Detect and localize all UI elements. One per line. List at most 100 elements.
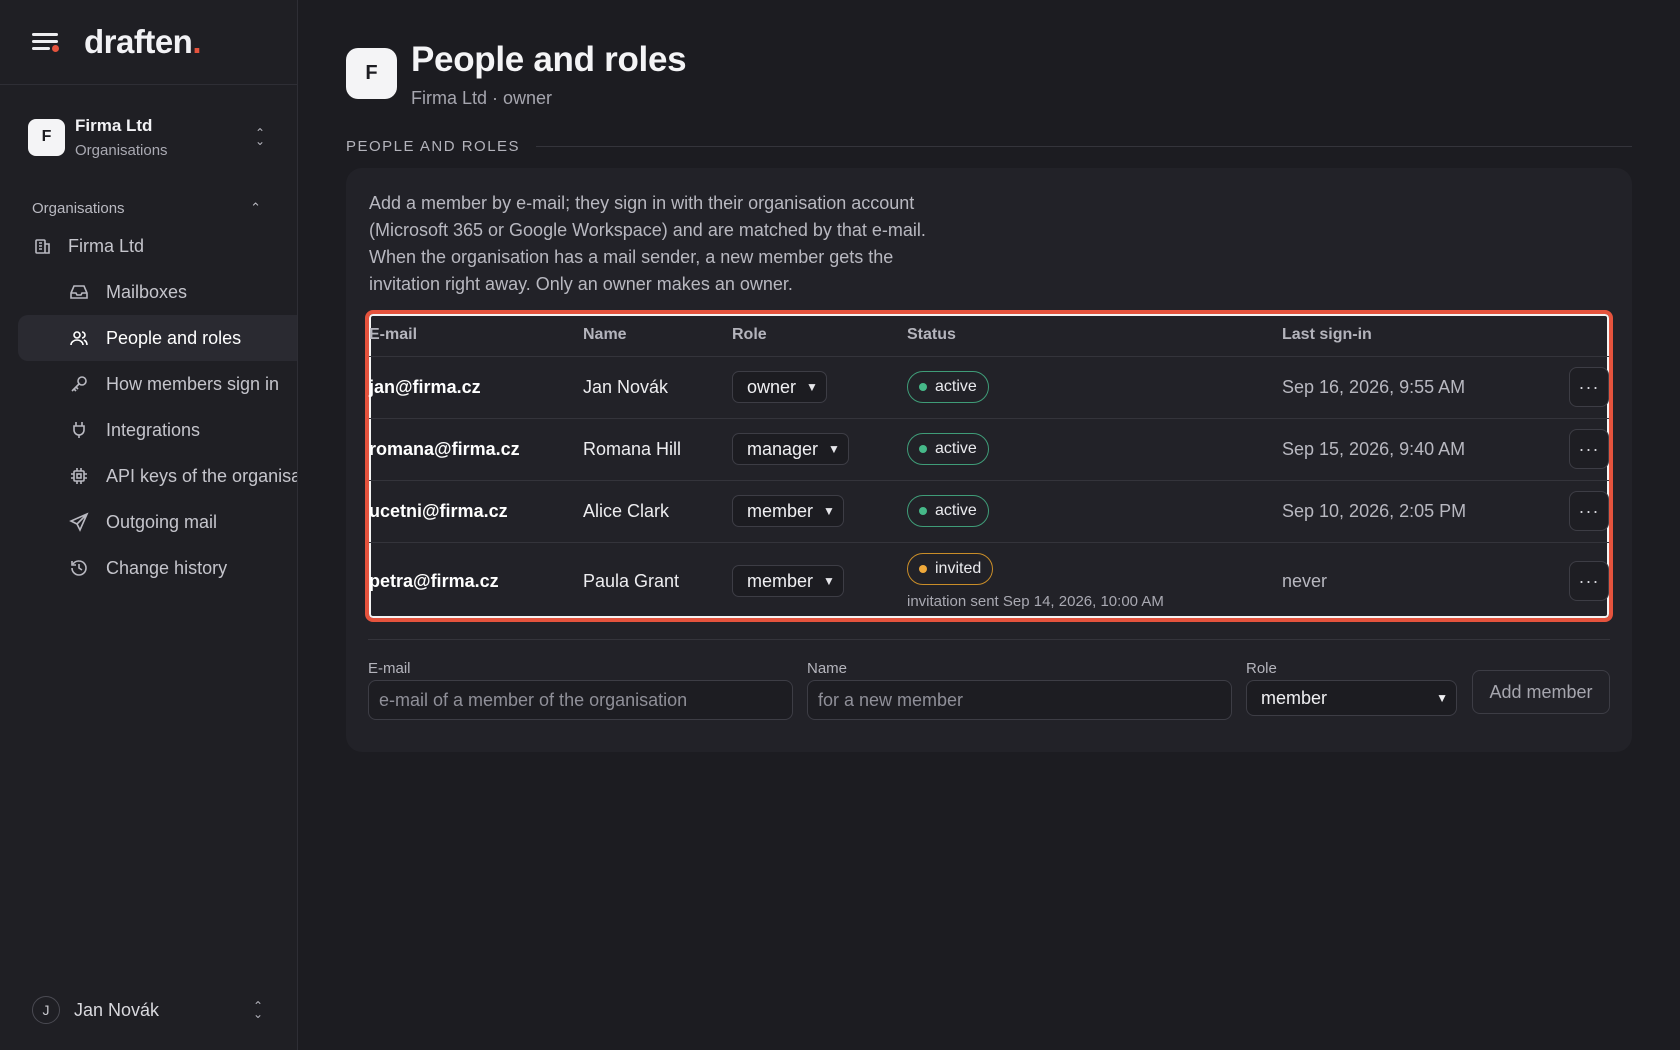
table-row: jan@firma.cz Jan Novák owner ▼ active Sep… [369, 356, 1609, 419]
chevron-up-icon: ⌃ [250, 200, 261, 215]
chevron-updown-icon: ⌃ ⌄ [254, 126, 265, 148]
member-email: ucetni@firma.cz [369, 480, 583, 543]
org-switcher-subtitle: Organisations [75, 141, 168, 159]
status-text: active [935, 502, 977, 519]
plug-icon [68, 419, 90, 441]
org-switcher-name: Firma Ltd [75, 115, 153, 135]
email-field[interactable]: e-mail of a member of the organisation [368, 680, 793, 720]
section-divider [536, 146, 1632, 147]
sidebar-item-mailboxes[interactable]: Mailboxes [18, 269, 297, 315]
user-name: Jan Novák [74, 999, 160, 1020]
table-row: romana@firma.cz Romana Hill manager ▼ act… [369, 418, 1609, 481]
status-badge: active [907, 433, 989, 465]
sidebar-item-people-and-roles[interactable]: People and roles [18, 315, 297, 361]
sidebar-section-organisations[interactable]: Organisations ⌃ [0, 193, 297, 223]
menu-icon[interactable] [32, 31, 60, 53]
row-actions-button[interactable]: ··· [1569, 367, 1609, 407]
chevron-down-icon: ▼ [806, 380, 818, 394]
members-table-highlight: E-mail Name Role Status Last sign-in jan… [365, 310, 1613, 622]
sidebar-item-label: Change history [106, 557, 228, 578]
sidebar-item-label: People and roles [106, 327, 242, 348]
org-switcher[interactable]: F Firma Ltd Organisations ⌃ ⌄ [0, 85, 297, 189]
col-header-last-sign-in[interactable]: Last sign-in [1282, 314, 1557, 357]
section-heading-text: PEOPLE AND ROLES [346, 138, 521, 155]
table-row: ucetni@firma.cz Alice Clark member ▼ acti… [369, 480, 1609, 543]
main-content: F People and roles Firma Ltd · owner PEO… [298, 0, 1680, 1050]
name-field-group: Name for a new member [807, 660, 1232, 720]
member-name: Paula Grant [583, 570, 680, 591]
member-email: petra@firma.cz [369, 570, 499, 591]
inbox-icon [68, 281, 90, 303]
member-email: romana@firma.cz [369, 418, 583, 481]
sidebar-item-integrations[interactable]: Integrations [18, 407, 297, 453]
send-icon [68, 511, 90, 533]
role-select[interactable]: member ▼ [732, 565, 844, 598]
sidebar-item-change-history[interactable]: Change history [18, 545, 297, 591]
org-avatar: F [28, 118, 65, 156]
member-email: jan@firma.cz [369, 356, 583, 419]
sidebar-item-label: Mailboxes [106, 281, 188, 302]
role-value: member [1261, 687, 1328, 708]
member-name: Alice Clark [583, 480, 732, 543]
intro-text: Add a member by e-mail; they sign in wit… [369, 193, 926, 294]
users-icon [68, 327, 90, 349]
col-header-name[interactable]: Name [583, 314, 732, 357]
role-select[interactable]: member ▼ [1246, 680, 1457, 716]
members-card: Add a member by e-mail; they sign in wit… [346, 168, 1632, 752]
status-dot-icon [919, 445, 927, 453]
status-dot-icon [919, 564, 927, 573]
more-icon: ··· [1578, 376, 1600, 397]
sidebar-item-label: Firma Ltd [68, 235, 145, 256]
col-header-actions [1557, 314, 1609, 357]
more-icon: ··· [1578, 500, 1600, 521]
status-text: invited [935, 559, 982, 577]
sidebar-section-label: Organisations [32, 199, 125, 217]
status-badge: active [907, 495, 989, 527]
chevron-down-icon: ▼ [823, 504, 835, 518]
page-title: People and roles [411, 40, 687, 79]
sidebar-item-how-members-sign-in[interactable]: How members sign in [18, 361, 297, 407]
status-dot-icon [919, 507, 927, 515]
role-select[interactable]: owner ▼ [732, 371, 827, 403]
role-value: owner [747, 376, 797, 397]
sidebar-item-outgoing-mail[interactable]: Outgoing mail [18, 499, 297, 545]
sidebar-item-label: Outgoing mail [106, 511, 218, 532]
sidebar-item-label: Integrations [106, 419, 201, 440]
role-value: manager [747, 438, 819, 459]
status-badge: invited [907, 552, 994, 585]
role-value: member [747, 570, 814, 591]
chevron-updown-icon: ⌃ ⌄ [252, 999, 263, 1021]
page-avatar: F [346, 48, 397, 99]
col-header-status[interactable]: Status [907, 314, 1282, 357]
user-menu[interactable]: J Jan Novák ⌃ ⌄ [32, 996, 263, 1024]
app-logo[interactable]: draften. [84, 23, 201, 61]
add-member-button[interactable]: Add member [1472, 670, 1610, 714]
role-value: member [747, 500, 814, 521]
col-header-role[interactable]: Role [732, 314, 907, 357]
row-actions-button[interactable]: ··· [1569, 429, 1609, 469]
brand-bar: draften. [0, 0, 297, 85]
table-row: petra@firma.cz Paula Grant member ▼ invit… [369, 542, 1609, 620]
row-actions-button[interactable]: ··· [1569, 491, 1609, 531]
add-member-form: E-mail e-mail of a member of the organis… [368, 660, 1610, 720]
status-text: active [935, 378, 977, 395]
page-header: F People and roles Firma Ltd · owner [346, 40, 687, 109]
sidebar-item-label: How members sign in [106, 373, 280, 394]
email-field-group: E-mail e-mail of a member of the organis… [368, 660, 793, 720]
members-table: E-mail Name Role Status Last sign-in jan… [369, 314, 1609, 620]
row-actions-button[interactable]: ··· [1569, 561, 1609, 602]
chevron-down-icon: ▼ [828, 442, 840, 456]
form-divider [368, 639, 1610, 640]
chevron-down-icon: ▼ [823, 574, 835, 589]
sidebar-item-api-keys[interactable]: API keys of the organisation [18, 453, 297, 499]
role-select[interactable]: manager ▼ [732, 433, 849, 465]
col-header-email[interactable]: E-mail [369, 314, 583, 357]
last-sign-in: Sep 10, 2026, 2:05 PM [1282, 480, 1557, 543]
role-select[interactable]: member ▼ [732, 495, 844, 527]
chip-icon [68, 465, 90, 487]
role-field-group: Role member ▼ [1246, 660, 1457, 716]
name-field[interactable]: for a new member [807, 680, 1232, 720]
status-text: active [935, 440, 977, 457]
email-label: E-mail [368, 660, 411, 677]
sidebar-item-firma-ltd[interactable]: Firma Ltd [18, 223, 297, 269]
